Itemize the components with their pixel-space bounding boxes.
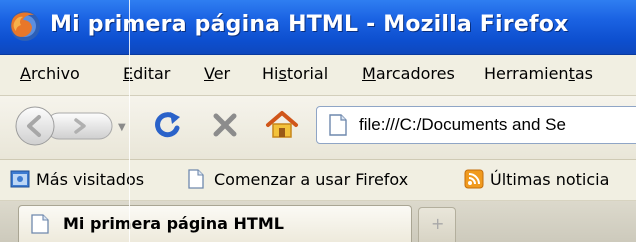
menu-bar: Archivo Editar Ver Historial Marcadores …: [0, 55, 636, 96]
menu-archivo[interactable]: Archivo: [20, 64, 80, 83]
menu-ver[interactable]: Ver: [204, 64, 230, 83]
firefox-logo-icon[interactable]: [8, 9, 42, 43]
bookmark-comenzar-firefox[interactable]: Comenzar a usar Firefox: [186, 169, 426, 191]
history-dropdown-icon[interactable]: ▼: [118, 122, 126, 133]
bookmark-label: Últimas noticia: [490, 170, 610, 189]
plus-icon: +: [431, 214, 445, 233]
forward-button[interactable]: [56, 113, 112, 139]
address-bar[interactable]: file:///C:/Documents and Se: [316, 106, 636, 144]
title-bar[interactable]: Mi primera página HTML - Mozilla Firefox: [0, 0, 636, 55]
divider: [129, 0, 130, 242]
most-visited-icon: [10, 170, 30, 188]
home-icon[interactable]: [264, 108, 300, 142]
navigation-toolbar: ▼ file:///C:/Documents and Se: [0, 96, 636, 160]
tab-label: Mi primera página HTML: [63, 214, 284, 233]
page-icon: [329, 114, 347, 136]
reload-icon[interactable]: [150, 108, 184, 142]
new-tab-button[interactable]: +: [418, 207, 456, 242]
bookmark-mas-visitados[interactable]: Más visitados: [10, 169, 180, 191]
bookmark-label: Más visitados: [36, 170, 145, 189]
back-button[interactable]: [14, 105, 54, 147]
menu-historial[interactable]: Historial: [262, 64, 328, 83]
menu-herramientas[interactable]: Herramientas: [484, 64, 593, 83]
tab-strip: Mi primera página HTML +: [0, 201, 636, 242]
menu-editar[interactable]: Editar: [123, 64, 170, 83]
tab-active[interactable]: Mi primera página HTML: [18, 205, 412, 242]
page-icon: [31, 214, 49, 234]
bookmark-label: Comenzar a usar Firefox: [214, 170, 409, 189]
rss-feed-icon: [464, 169, 484, 189]
bookmark-ultimas-noticias[interactable]: Últimas noticia: [464, 169, 636, 191]
stop-icon[interactable]: [208, 108, 242, 142]
bookmarks-toolbar: Más visitados Comenzar a usar Firefox Úl…: [0, 160, 636, 201]
window-title: Mi primera página HTML - Mozilla Firefox: [50, 12, 569, 37]
page-icon: [188, 169, 204, 189]
url-text[interactable]: file:///C:/Documents and Se: [359, 115, 566, 135]
menu-marcadores[interactable]: Marcadores: [362, 64, 455, 83]
